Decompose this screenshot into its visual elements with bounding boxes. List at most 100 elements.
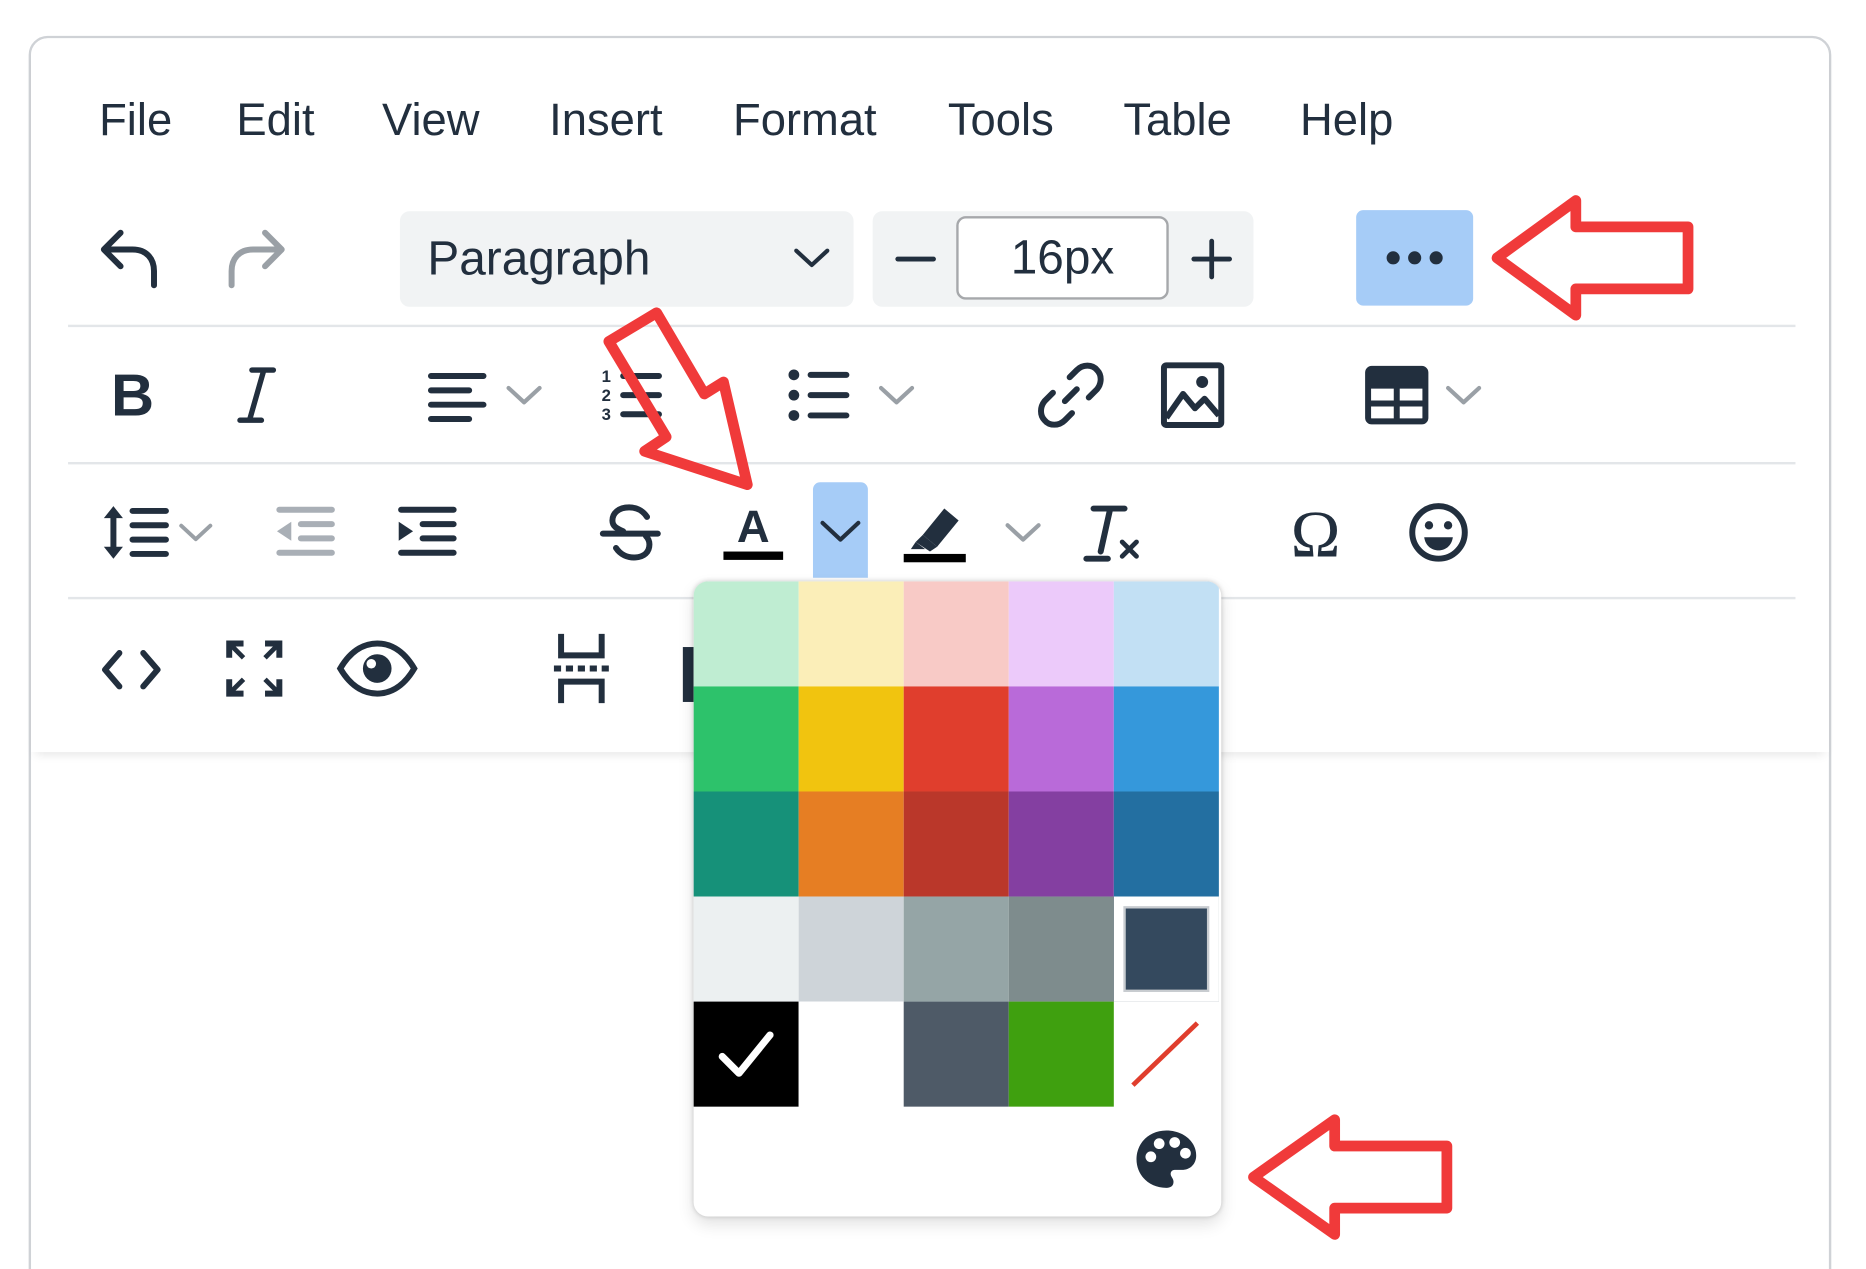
special-character-icon: Ω — [1291, 499, 1341, 566]
color-swatch[interactable] — [1008, 581, 1114, 687]
svg-text:Ω: Ω — [1291, 499, 1341, 566]
color-swatch[interactable] — [1113, 686, 1219, 792]
chevron-down-icon — [506, 385, 542, 405]
undo-icon — [100, 229, 157, 289]
highlight-split-button[interactable] — [893, 494, 1048, 570]
highlight-icon — [903, 508, 966, 563]
block-format-chevron — [788, 234, 836, 282]
emoji-icon — [1409, 503, 1468, 562]
color-swatch[interactable] — [903, 581, 1009, 687]
page-break-icon — [553, 633, 609, 704]
block-format-value: Paragraph — [427, 232, 651, 286]
menu-format[interactable]: Format — [733, 91, 877, 151]
more-toolbar-button[interactable] — [1356, 210, 1474, 306]
line-height-split-button[interactable] — [91, 494, 222, 570]
color-swatch[interactable] — [693, 581, 799, 687]
bold-button[interactable]: B — [98, 358, 167, 432]
color-swatch[interactable] — [798, 581, 904, 687]
color-swatch[interactable] — [903, 1001, 1009, 1107]
color-swatch[interactable] — [798, 1001, 904, 1107]
palette-icon — [1136, 1130, 1197, 1188]
clear-formatting-button[interactable] — [1074, 494, 1148, 570]
clear-formatting-icon — [1083, 505, 1139, 562]
color-swatch[interactable] — [693, 686, 799, 792]
color-swatch[interactable] — [693, 791, 799, 897]
menu-insert[interactable]: Insert — [549, 91, 662, 151]
text-color-chevron-button[interactable] — [812, 482, 868, 578]
color-swatch[interactable] — [798, 791, 904, 897]
color-swatch[interactable] — [903, 791, 1009, 897]
color-swatch[interactable] — [903, 896, 1009, 1002]
text-color-button[interactable]: A — [716, 494, 790, 570]
font-size-input[interactable]: 16px — [956, 216, 1169, 300]
menu-help[interactable]: Help — [1300, 91, 1393, 151]
chevron-down-icon — [179, 523, 213, 542]
source-code-icon — [102, 650, 161, 690]
chevron-down-icon — [878, 385, 915, 405]
chevron-down-icon — [1005, 523, 1041, 542]
color-swatch[interactable] — [1113, 896, 1219, 1002]
annotation-arrow-palette — [1248, 1114, 1453, 1240]
svg-text:A: A — [737, 501, 770, 552]
bullet-list-icon — [788, 369, 850, 421]
color-swatch[interactable] — [1008, 686, 1114, 792]
svg-text:B: B — [111, 365, 154, 425]
italic-button[interactable] — [222, 358, 291, 432]
table-split-button[interactable] — [1359, 358, 1488, 432]
color-swatch[interactable] — [1008, 896, 1114, 1002]
color-swatch[interactable] — [798, 686, 904, 792]
annotation-arrow-more — [1491, 195, 1694, 321]
color-swatch[interactable] — [1113, 581, 1219, 687]
image-icon — [1160, 362, 1225, 428]
chevron-down-icon — [820, 520, 861, 542]
redo-icon — [228, 229, 285, 289]
fullscreen-button[interactable] — [217, 630, 291, 706]
stage: File Edit View Insert Format Tools Table… — [0, 0, 1866, 1269]
more-icon — [1386, 251, 1443, 265]
bold-icon: B — [111, 365, 154, 425]
color-swatch[interactable] — [798, 896, 904, 1002]
redo-button[interactable] — [221, 220, 293, 296]
color-swatch[interactable] — [903, 686, 1009, 792]
strikethrough-icon — [599, 504, 661, 561]
link-button[interactable] — [1034, 358, 1108, 432]
strikethrough-button[interactable] — [595, 494, 667, 570]
toolbar-divider — [68, 324, 1796, 328]
custom-color-button[interactable] — [1126, 1121, 1207, 1197]
chevron-down-icon — [1445, 385, 1482, 405]
color-swatches-menu — [693, 581, 1222, 1217]
chevron-down-icon — [794, 248, 830, 268]
color-swatch[interactable] — [1113, 791, 1219, 897]
preview-button[interactable] — [334, 630, 420, 706]
page-break-button[interactable] — [544, 630, 618, 706]
emoji-button[interactable] — [1402, 494, 1476, 570]
menu-tools[interactable]: Tools — [948, 91, 1054, 151]
outdent-button[interactable] — [267, 494, 339, 570]
undo-button[interactable] — [93, 220, 165, 296]
bullet-list-split-button[interactable] — [776, 358, 924, 432]
image-button[interactable] — [1156, 356, 1230, 435]
fullscreen-icon — [226, 640, 283, 697]
color-swatch[interactable] — [693, 1001, 799, 1107]
color-swatch[interactable] — [1008, 1001, 1114, 1107]
font-size-decrease-button[interactable] — [886, 227, 946, 291]
preview-icon — [336, 640, 418, 697]
menu-file[interactable]: File — [99, 91, 172, 151]
source-code-button[interactable] — [96, 633, 168, 707]
table-icon — [1365, 365, 1429, 425]
plus-icon — [1191, 238, 1233, 280]
color-swatch[interactable] — [1008, 791, 1114, 897]
annotation-arrow-text-color — [603, 307, 753, 491]
minus-icon — [895, 256, 936, 262]
link-icon — [1038, 362, 1104, 428]
remove-color-swatch[interactable] — [1114, 1002, 1219, 1107]
checkmark-icon — [718, 1031, 774, 1077]
menu-edit[interactable]: Edit — [236, 91, 314, 151]
special-character-button[interactable]: Ω — [1277, 494, 1353, 570]
align-split-button[interactable] — [418, 358, 549, 432]
indent-button[interactable] — [389, 494, 461, 570]
menu-view[interactable]: View — [382, 91, 480, 151]
color-swatch[interactable] — [693, 896, 799, 1002]
font-size-increase-button[interactable] — [1182, 227, 1242, 291]
menu-table[interactable]: Table — [1123, 91, 1231, 151]
